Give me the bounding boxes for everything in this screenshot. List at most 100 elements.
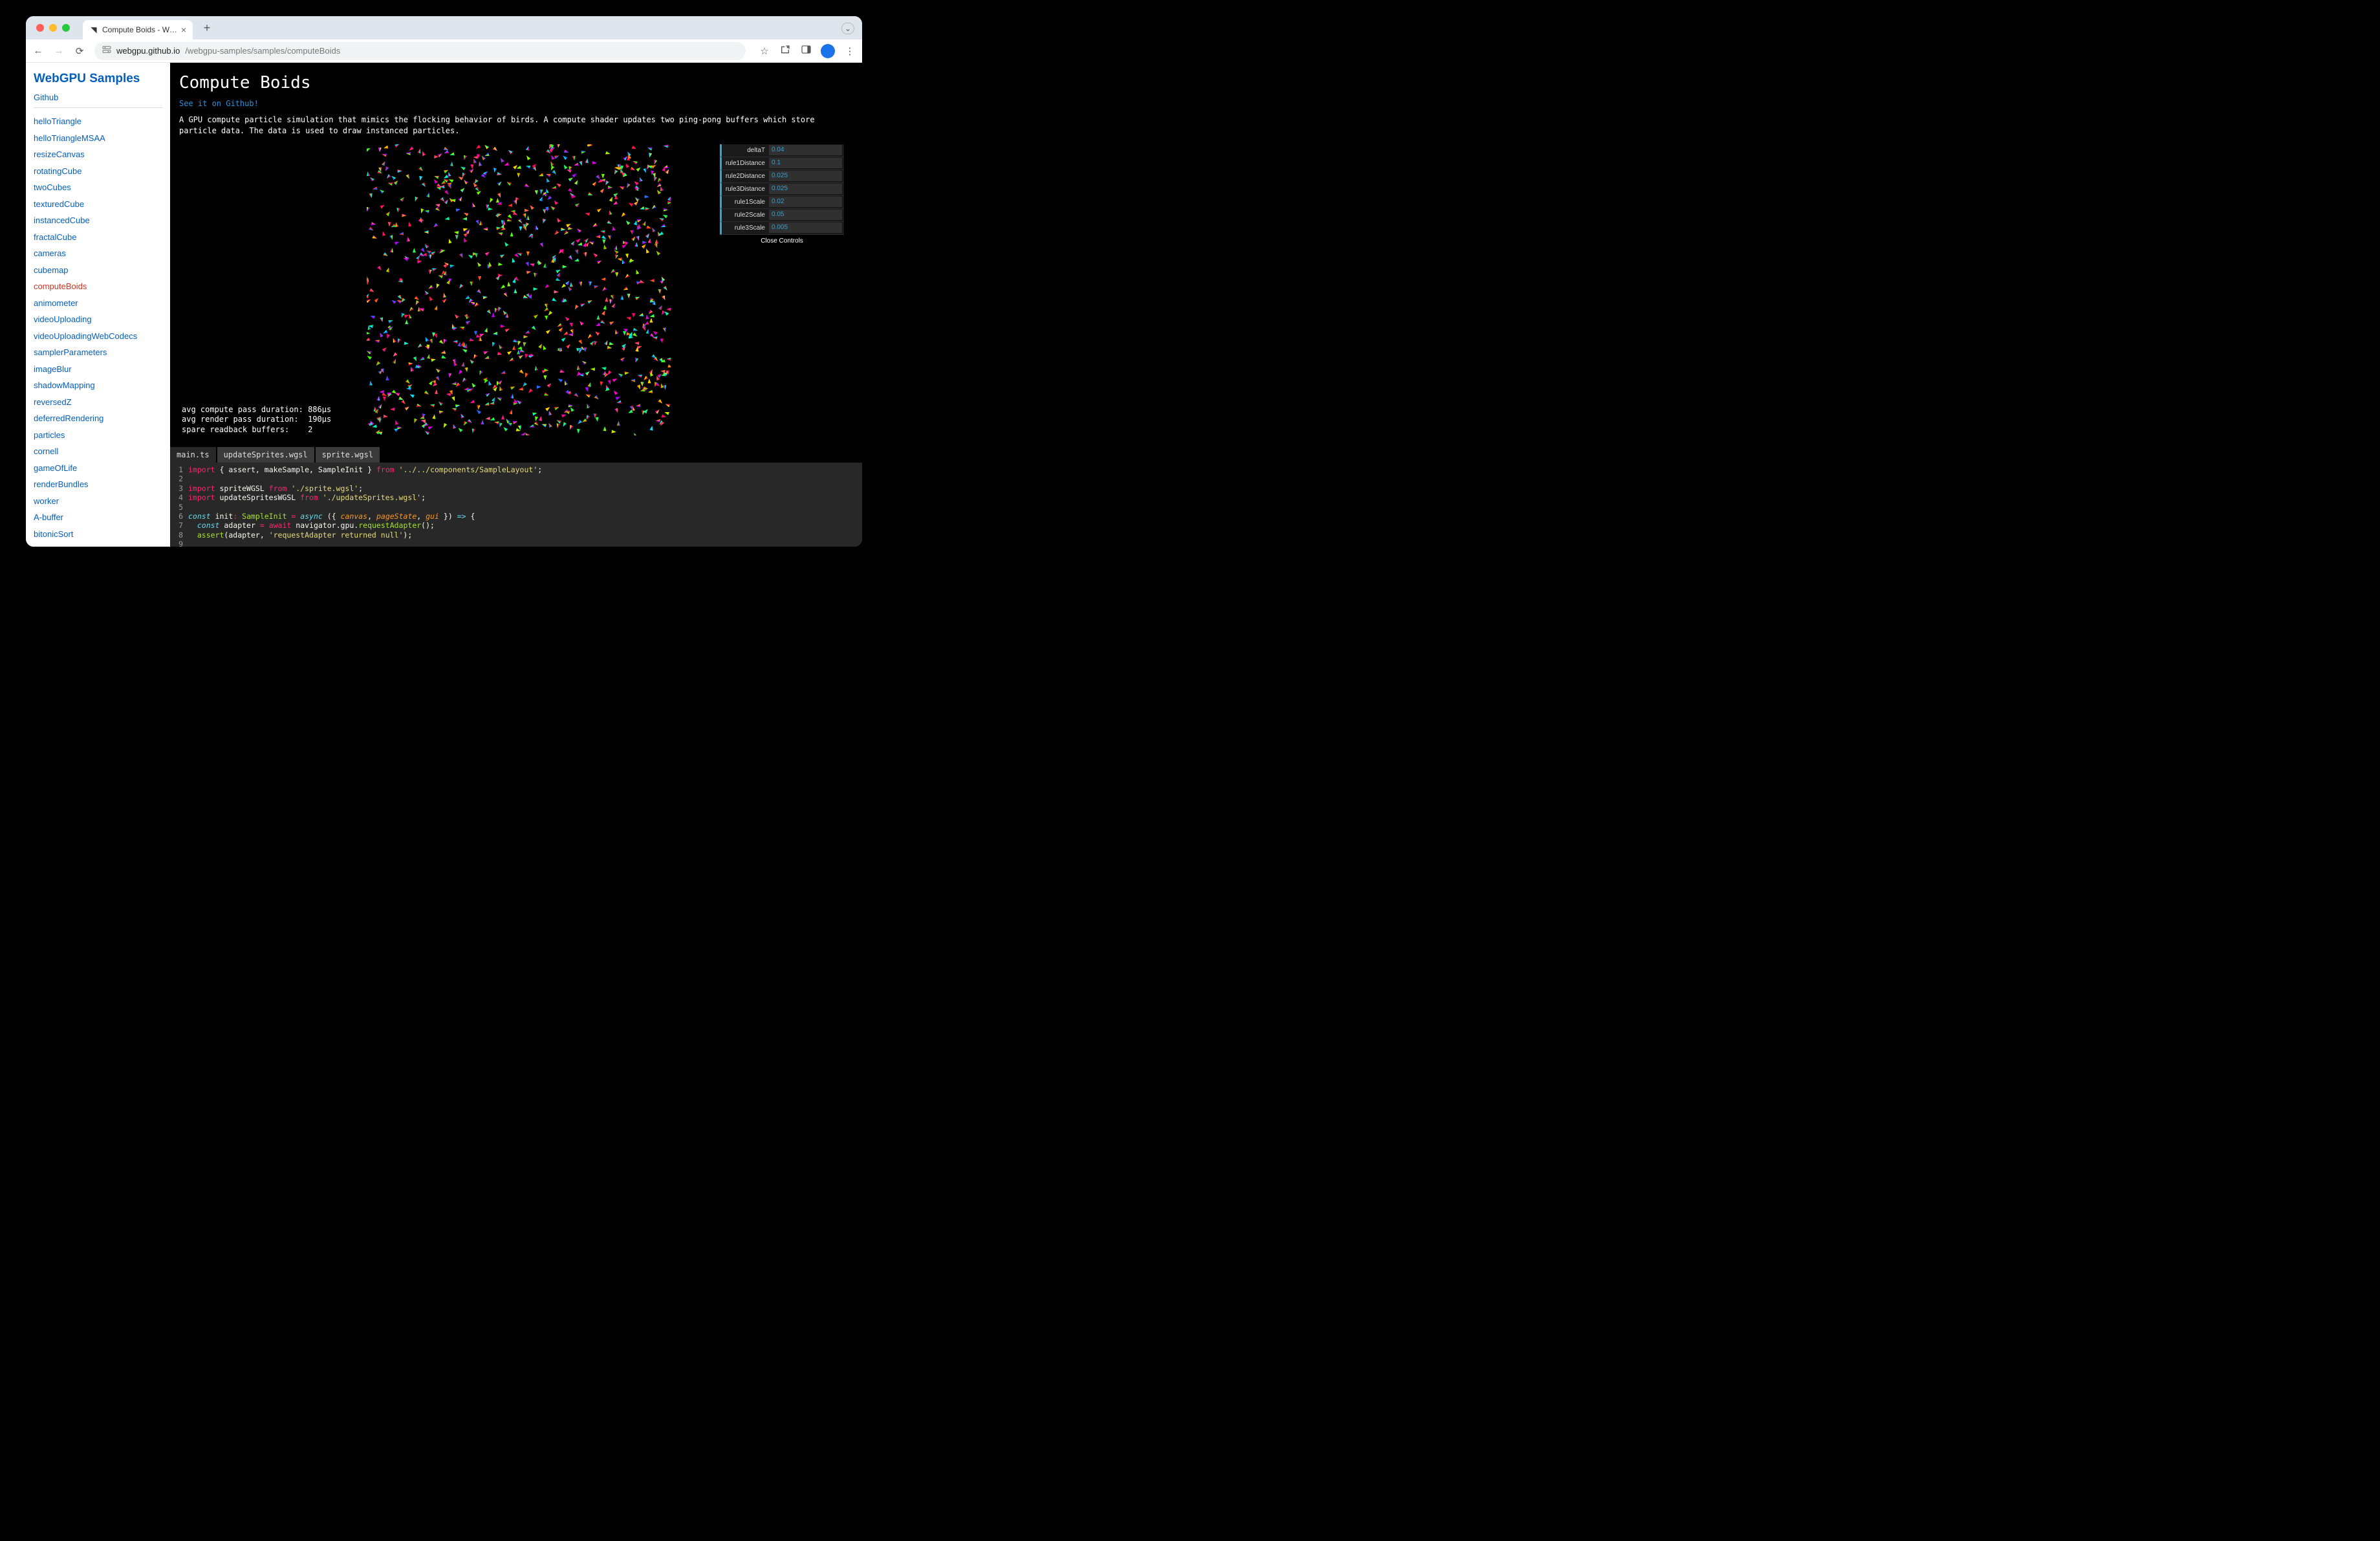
- sidebar-item-resizeCanvas[interactable]: resizeCanvas: [34, 146, 162, 163]
- sidebar-item-texturedCube[interactable]: texturedCube: [34, 196, 162, 213]
- page-title: Compute Boids: [179, 73, 853, 93]
- close-window-button[interactable]: [36, 24, 44, 32]
- sidebar-title: WebGPU Samples: [34, 72, 162, 86]
- sidebar-item-worker[interactable]: worker: [34, 493, 162, 510]
- gui-label: rule2Distance: [722, 173, 769, 180]
- sidebar-item-helloTriangleMSAA[interactable]: helloTriangleMSAA: [34, 130, 162, 147]
- back-icon[interactable]: ←: [32, 45, 44, 56]
- gui-row-rule2Scale[interactable]: rule2Scale0.05: [720, 209, 844, 222]
- code-line: 8 assert(adapter, 'requestAdapter return…: [170, 530, 862, 540]
- code-tab-sprite-wgsl[interactable]: sprite.wgsl: [316, 447, 380, 463]
- sidebar-item-cubemap[interactable]: cubemap: [34, 262, 162, 279]
- menu-dots-icon[interactable]: ⋮: [844, 45, 856, 57]
- sidebar-item-animometer[interactable]: animometer: [34, 295, 162, 312]
- close-tab-icon[interactable]: ×: [181, 25, 186, 35]
- favicon-icon: ◥: [89, 25, 98, 34]
- code-line: 1import { assert, makeSample, SampleInit…: [170, 465, 862, 474]
- gui-value-input[interactable]: 0.025: [769, 171, 842, 181]
- page-description: A GPU compute particle simulation that m…: [179, 115, 853, 137]
- browser-tab[interactable]: ◥ Compute Boids - WebGPU S… ×: [83, 20, 193, 39]
- tab-strip: ◥ Compute Boids - WebGPU S… × + ⌄: [26, 16, 862, 39]
- sidebar-item-computeBoids[interactable]: computeBoids: [34, 278, 162, 295]
- sidebar-item-videoUploadingWebCodecs[interactable]: videoUploadingWebCodecs: [34, 328, 162, 345]
- sidebar-item-A-buffer[interactable]: A-buffer: [34, 509, 162, 526]
- code-tab-main-ts[interactable]: main.ts: [170, 447, 216, 463]
- toolbar-right: ☆ ⋮: [759, 44, 856, 58]
- sidebar-github-link[interactable]: Github: [34, 93, 162, 102]
- sidebar-item-samplerParameters[interactable]: samplerParameters: [34, 344, 162, 361]
- sidebar-item-deferredRendering[interactable]: deferredRendering: [34, 410, 162, 427]
- code-line: 3import spriteWGSL from './sprite.wgsl';: [170, 484, 862, 493]
- close-controls-button[interactable]: Close Controls: [720, 235, 844, 248]
- gui-label: deltaT: [722, 147, 769, 154]
- gui-row-rule2Distance[interactable]: rule2Distance0.025: [720, 170, 844, 183]
- address-bar[interactable]: webgpu.github.io/webgpu-samples/samples/…: [94, 42, 746, 60]
- sidebar-item-shadowMapping[interactable]: shadowMapping: [34, 377, 162, 394]
- maximize-window-button[interactable]: [62, 24, 70, 32]
- sidebar-item-bitonicSort[interactable]: bitonicSort: [34, 526, 162, 543]
- profile-avatar-icon[interactable]: [821, 44, 835, 58]
- sidebar-item-particles[interactable]: particles: [34, 427, 162, 444]
- gui-value-input[interactable]: 0.02: [769, 197, 842, 207]
- gui-value-input[interactable]: 0.04: [769, 145, 842, 155]
- main-panel: Compute Boids See it on Github! A GPU co…: [170, 63, 862, 547]
- sidebar: WebGPU Samples Github helloTrianglehello…: [26, 63, 170, 547]
- code-tab-updateSprites-wgsl[interactable]: updateSprites.wgsl: [217, 447, 314, 463]
- sidebar-item-imageBlur[interactable]: imageBlur: [34, 361, 162, 378]
- boids-canvas: [367, 144, 671, 435]
- nav-list: helloTrianglehelloTriangleMSAAresizeCanv…: [34, 113, 162, 547]
- code-line: 4import updateSpritesWGSL from './update…: [170, 493, 862, 502]
- gui-label: rule1Distance: [722, 160, 769, 167]
- extensions-icon[interactable]: [779, 45, 791, 58]
- bookmark-star-icon[interactable]: ☆: [759, 45, 770, 57]
- gui-value-input[interactable]: 0.05: [769, 210, 842, 220]
- sidebar-item-twoCubes[interactable]: twoCubes: [34, 179, 162, 196]
- sidebar-item-videoUploading[interactable]: videoUploading: [34, 311, 162, 328]
- sidebar-item-cameras[interactable]: cameras: [34, 245, 162, 262]
- gui-row-rule1Distance[interactable]: rule1Distance0.1: [720, 157, 844, 170]
- site-settings-icon[interactable]: [102, 46, 111, 56]
- gui-label: rule3Scale: [722, 224, 769, 232]
- gui-label: rule2Scale: [722, 212, 769, 219]
- sidebar-item-instancedCube[interactable]: instancedCube: [34, 212, 162, 229]
- url-path: /webgpu-samples/samples/computeBoids: [185, 46, 340, 56]
- code-tabs: main.tsupdateSprites.wgslsprite.wgsl: [170, 445, 862, 463]
- sidebar-item-renderBundles[interactable]: renderBundles: [34, 476, 162, 493]
- code-line: 7 const adapter = await navigator.gpu.re…: [170, 521, 862, 530]
- code-body: 1import { assert, makeSample, SampleInit…: [170, 463, 862, 547]
- gui-value-input[interactable]: 0.005: [769, 223, 842, 233]
- content-area: WebGPU Samples Github helloTrianglehello…: [26, 63, 862, 547]
- code-line: 6const init: SampleInit = async ({ canva…: [170, 512, 862, 521]
- sidebar-item-cornell[interactable]: cornell: [34, 443, 162, 460]
- sidebar-item-gameOfLife[interactable]: gameOfLife: [34, 460, 162, 477]
- see-on-github-link[interactable]: See it on Github!: [179, 99, 853, 108]
- side-panel-icon[interactable]: [800, 45, 812, 56]
- forward-icon[interactable]: →: [53, 45, 65, 56]
- gui-row-deltaT[interactable]: deltaT0.04: [720, 144, 844, 157]
- url-host: webgpu.github.io: [116, 46, 180, 56]
- new-tab-button[interactable]: +: [199, 21, 215, 35]
- code-line: 5: [170, 503, 862, 512]
- code-section: main.tsupdateSprites.wgslsprite.wgsl 1im…: [170, 445, 862, 547]
- code-line: 9: [170, 540, 862, 547]
- minimize-window-button[interactable]: [49, 24, 57, 32]
- gui-value-input[interactable]: 0.025: [769, 184, 842, 194]
- control-panel: deltaT0.04rule1Distance0.1rule2Distance0…: [720, 144, 844, 248]
- sidebar-item-helloTriangle[interactable]: helloTriangle: [34, 113, 162, 130]
- reload-icon[interactable]: ⟳: [74, 45, 85, 57]
- sidebar-item-fractalCube[interactable]: fractalCube: [34, 229, 162, 246]
- tab-list-dropdown-icon[interactable]: ⌄: [841, 23, 854, 34]
- gui-row-rule1Scale[interactable]: rule1Scale0.02: [720, 196, 844, 209]
- tab-title: Compute Boids - WebGPU S…: [102, 25, 178, 34]
- gui-value-input[interactable]: 0.1: [769, 158, 842, 168]
- gui-row-rule3Distance[interactable]: rule3Distance0.025: [720, 183, 844, 196]
- window-controls: [36, 24, 70, 32]
- sidebar-item-normalMap[interactable]: normalMap: [34, 542, 162, 547]
- code-line: 2: [170, 474, 862, 483]
- browser-toolbar: ← → ⟳ webgpu.github.io/webgpu-samples/sa…: [26, 39, 862, 63]
- gui-label: rule1Scale: [722, 199, 769, 206]
- stats-overlay: avg compute pass duration: 886µs avg ren…: [182, 405, 331, 435]
- sidebar-item-reversedZ[interactable]: reversedZ: [34, 394, 162, 411]
- gui-row-rule3Scale[interactable]: rule3Scale0.005: [720, 222, 844, 235]
- sidebar-item-rotatingCube[interactable]: rotatingCube: [34, 163, 162, 180]
